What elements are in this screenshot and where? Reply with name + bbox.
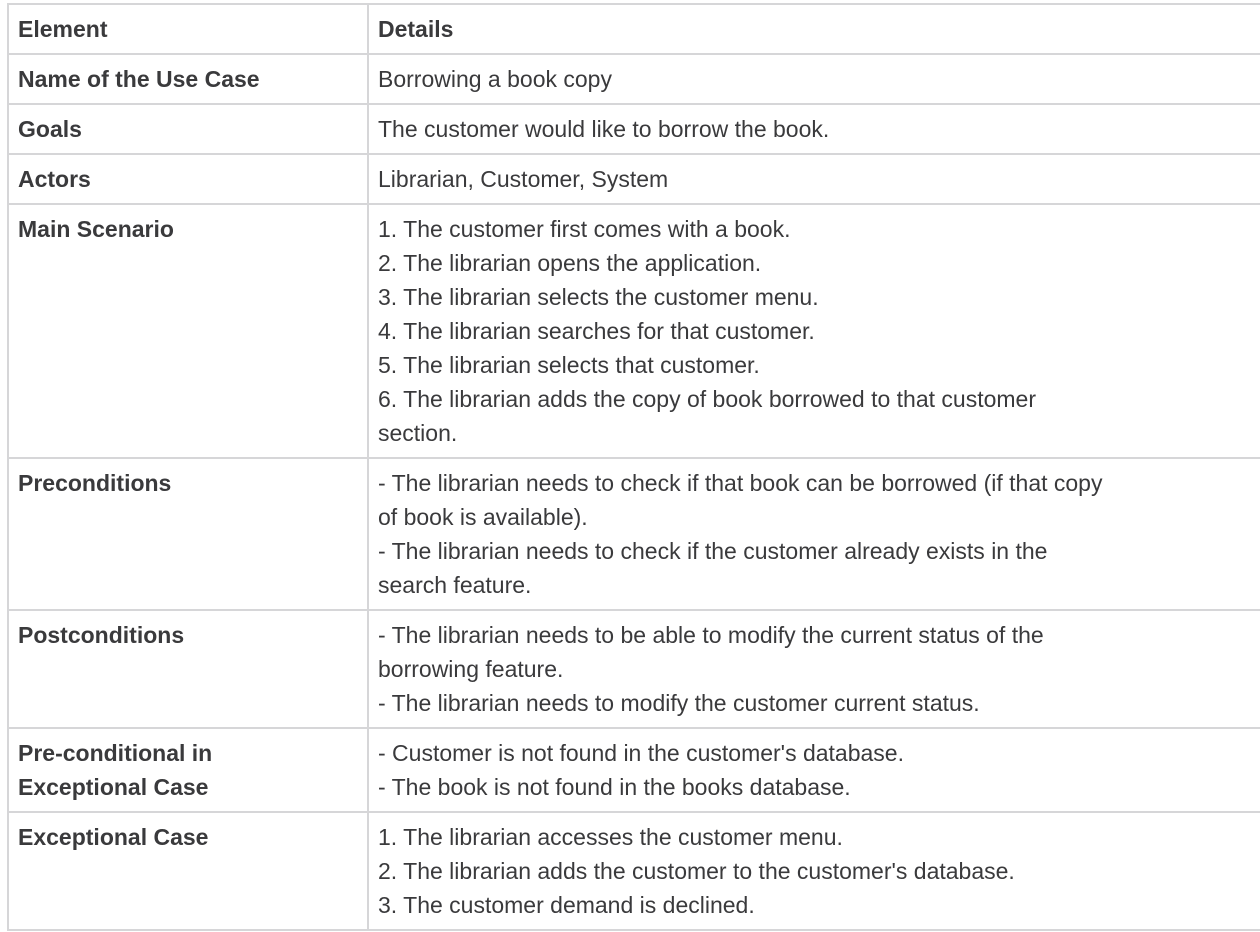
row-label: Postconditions xyxy=(7,609,369,729)
row-details-line: - The librarian needs to modify the cust… xyxy=(378,690,980,716)
row-details-line: 2. The librarian opens the application. xyxy=(378,250,762,276)
row-details-line: The customer would like to borrow the bo… xyxy=(378,116,830,142)
row-details-line: - The librarian needs to be able to modi… xyxy=(378,622,1044,648)
row-details-line: 4. The librarian searches for that custo… xyxy=(378,318,815,344)
row-label-line: Postconditions xyxy=(18,622,185,648)
table-row: Actors Librarian, Customer, System xyxy=(7,153,1260,205)
table-row: Postconditions - The librarian needs to b… xyxy=(7,609,1260,729)
table-row: Goals The customer would like to borrow t… xyxy=(7,103,1260,155)
row-details: Librarian, Customer, System xyxy=(367,153,1260,205)
row-details-line: of book is available). xyxy=(378,504,588,530)
column-header-element: Element xyxy=(7,3,369,55)
table-body: Name of the Use Case Borrowing a book cop… xyxy=(7,53,1260,931)
row-label: Actors xyxy=(7,153,369,205)
table-header-row: Element Details xyxy=(7,3,1260,55)
table-row: Pre-conditional in Exceptional Case - Cust… xyxy=(7,727,1260,813)
row-details-line: - The book is not found in the books dat… xyxy=(378,774,851,800)
row-details-line: 5. The librarian selects that customer. xyxy=(378,352,760,378)
row-details-line: - Customer is not found in the customer'… xyxy=(378,740,904,766)
row-label: Pre-conditional in Exceptional Case xyxy=(7,727,369,813)
row-details: Borrowing a book copy xyxy=(367,53,1260,105)
use-case-table: Element Details Name of the Use Case Borr… xyxy=(7,3,1260,931)
row-label: Main Scenario xyxy=(7,203,369,459)
row-details-line: 3. The librarian selects the customer me… xyxy=(378,284,819,310)
row-label-line: Main Scenario xyxy=(18,216,174,242)
row-label-line: Pre-conditional in xyxy=(18,740,213,766)
row-label: Exceptional Case xyxy=(7,811,369,931)
row-label-line: Preconditions xyxy=(18,470,172,496)
table-row: Main Scenario 1. The customer first comes… xyxy=(7,203,1260,459)
row-details-line: 3. The customer demand is declined. xyxy=(378,892,755,918)
row-label: Preconditions xyxy=(7,457,369,611)
row-details-line: 1. The librarian accesses the customer m… xyxy=(378,824,843,850)
row-details-line: - The librarian needs to check if the cu… xyxy=(378,538,1048,564)
row-details-line: - The librarian needs to check if that b… xyxy=(378,470,1103,496)
table-row: Exceptional Case 1. The librarian accesse… xyxy=(7,811,1260,931)
row-details-line: Borrowing a book copy xyxy=(378,66,612,92)
row-details-line: search feature. xyxy=(378,572,532,598)
table-row: Preconditions - The librarian needs to ch… xyxy=(7,457,1260,611)
row-label-line: Name of the Use Case xyxy=(18,66,260,92)
row-label-line: Actors xyxy=(18,166,91,192)
row-details: The customer would like to borrow the bo… xyxy=(367,103,1260,155)
row-details: - The librarian needs to be able to modi… xyxy=(367,609,1260,729)
row-details: 1. The customer first comes with a book.… xyxy=(367,203,1260,459)
row-label-line: Goals xyxy=(18,116,82,142)
row-label-line: Exceptional Case xyxy=(18,824,209,850)
row-details-line: Librarian, Customer, System xyxy=(378,166,669,192)
row-details-line: section. xyxy=(378,420,458,446)
row-label: Goals xyxy=(7,103,369,155)
row-label: Name of the Use Case xyxy=(7,53,369,105)
row-details-line: 1. The customer first comes with a book. xyxy=(378,216,791,242)
row-details: - Customer is not found in the customer'… xyxy=(367,727,1260,813)
row-details-line: 2. The librarian adds the customer to th… xyxy=(378,858,1015,884)
row-details-line: borrowing feature. xyxy=(378,656,564,682)
row-details: 1. The librarian accesses the customer m… xyxy=(367,811,1260,931)
row-details: - The librarian needs to check if that b… xyxy=(367,457,1260,611)
row-details-line: 6. The librarian adds the copy of book b… xyxy=(378,386,1037,412)
table-row: Name of the Use Case Borrowing a book cop… xyxy=(7,53,1260,105)
column-header-details: Details xyxy=(367,3,1260,55)
row-label-line: Exceptional Case xyxy=(18,774,209,800)
